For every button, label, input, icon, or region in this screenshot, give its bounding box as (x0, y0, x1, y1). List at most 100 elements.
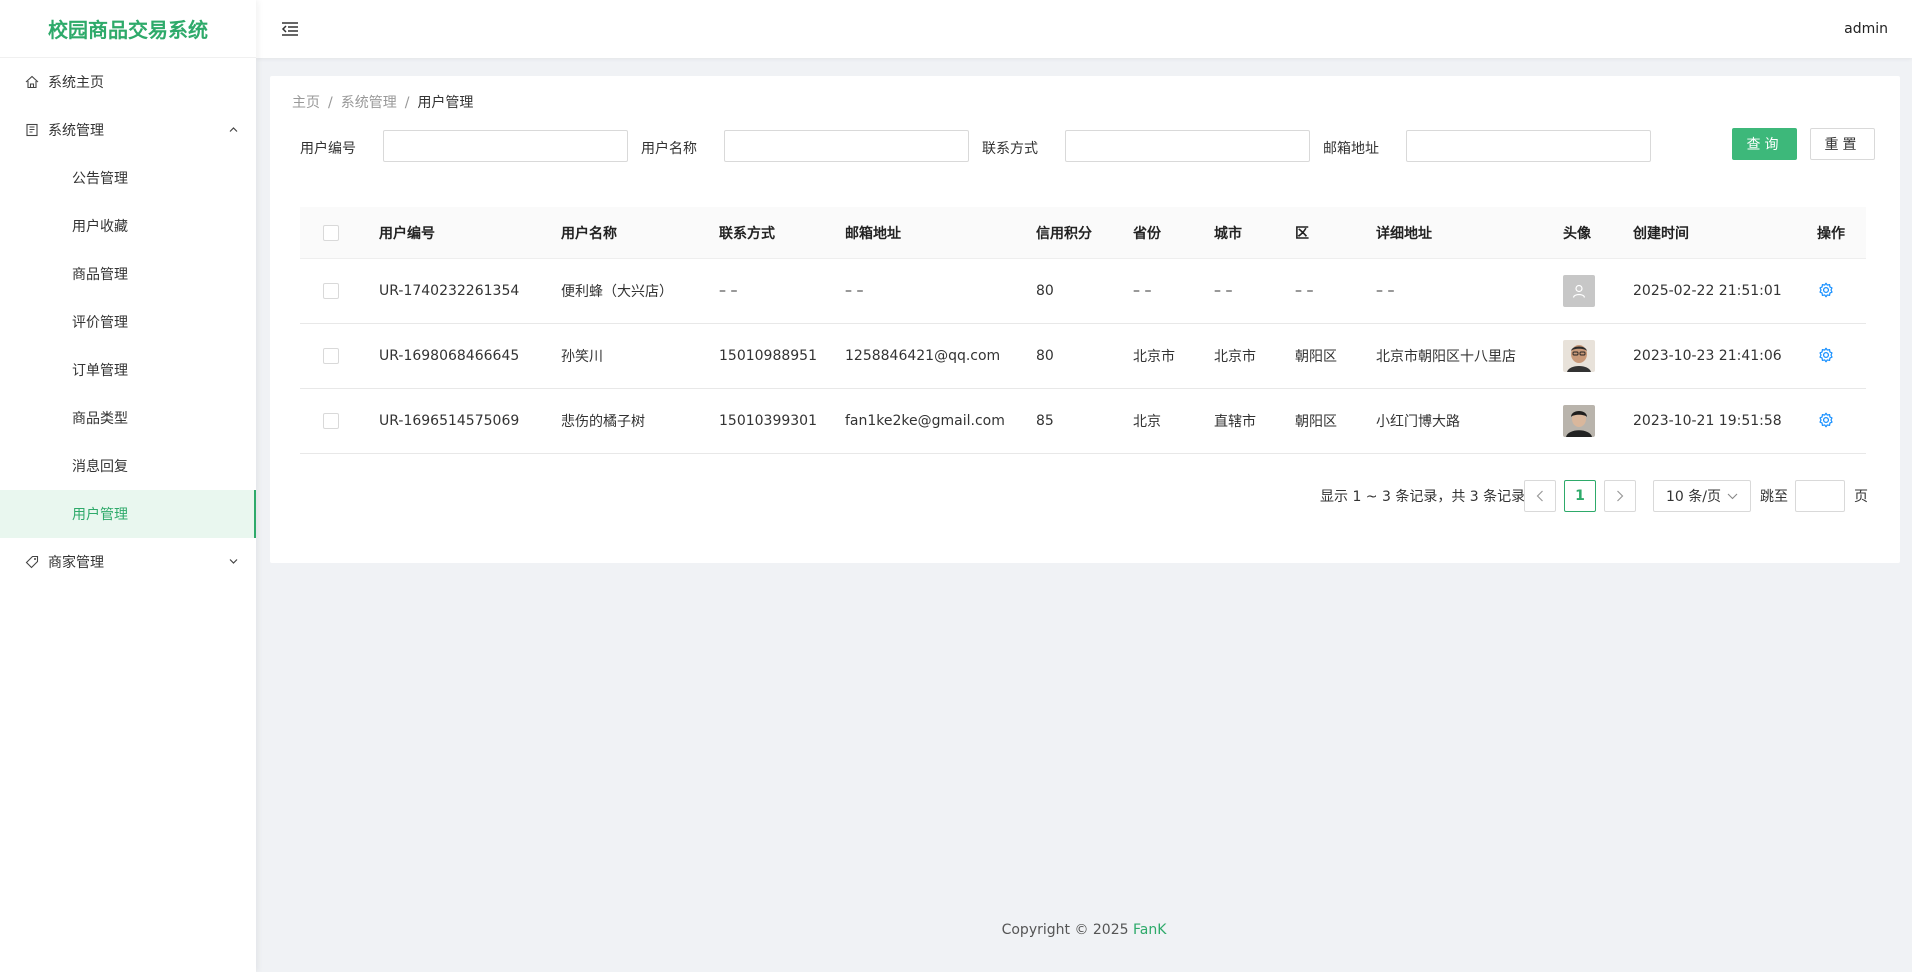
footer: Copyright © 2025 FanK (256, 922, 1912, 938)
book-icon (24, 122, 40, 138)
jump-suffix: 页 (1854, 489, 1868, 505)
search-input-email[interactable] (1406, 130, 1651, 162)
breadcrumb-current: 用户管理 (417, 95, 474, 111)
sidebar-item-notice[interactable]: 公告管理 (0, 154, 256, 202)
query-button[interactable]: 查询 (1732, 128, 1797, 160)
cell-credit: 85 (1036, 413, 1054, 429)
search-form: 用户编号 用户名称 联系方式 邮箱地址 (300, 130, 1880, 164)
column-header: 联系方式 (719, 225, 775, 242)
sidebar-item-favorites[interactable]: 用户收藏 (0, 202, 256, 250)
page-number-button[interactable]: 1 (1564, 480, 1596, 512)
cell-phone: 15010399301 (719, 413, 817, 429)
search-label-user-id: 用户编号 (300, 141, 356, 157)
sidebar: 校园商品交易系统 系统主页 系统管理 公告管理 用户收藏 商品管理 评价管理 订… (0, 0, 256, 972)
chevron-right-icon (1617, 490, 1624, 502)
table-header: 用户编号 用户名称 联系方式 邮箱地址 信用积分 省份 城市 区 详细地址 头像… (300, 207, 1866, 259)
cell-user-name: 孙笑川 (561, 349, 603, 365)
column-header: 操作 (1817, 225, 1845, 242)
cell-email: – – (845, 283, 864, 299)
tag-icon (24, 554, 40, 570)
user-menu[interactable]: admin (1844, 21, 1888, 37)
cell-phone: – – (719, 283, 738, 299)
page-size-value: 10 条/页 (1666, 489, 1721, 505)
search-label-email: 邮箱地址 (1323, 141, 1379, 157)
cell-user-id: UR-1696514575069 (379, 413, 520, 429)
copyright-text: Copyright © 2025 (1001, 922, 1129, 938)
column-header: 省份 (1133, 225, 1161, 242)
column-header: 用户名称 (561, 225, 617, 242)
default-avatar-icon[interactable] (1563, 275, 1595, 307)
table-row: UR-1740232261354 便利蜂（大兴店） – – – – 80 – –… (300, 259, 1866, 324)
sidebar-item-goods-type[interactable]: 商品类型 (0, 394, 256, 442)
sidebar-menu: 系统主页 系统管理 公告管理 用户收藏 商品管理 评价管理 订单管理 商品类型 … (0, 58, 256, 586)
column-header: 头像 (1563, 225, 1591, 242)
select-all-checkbox[interactable] (323, 224, 339, 241)
reset-button[interactable]: 重置 (1810, 128, 1875, 160)
chevron-left-icon (1536, 490, 1543, 502)
jump-label: 跳至 (1760, 489, 1788, 505)
table-row: UR-1698068466645 孙笑川 15010988951 1258846… (300, 324, 1866, 389)
sidebar-item-messages[interactable]: 消息回复 (0, 442, 256, 490)
search-label-user-name: 用户名称 (641, 141, 697, 157)
column-header: 用户编号 (379, 225, 435, 242)
pagination-summary: 显示 1 ~ 3 条记录，共 3 条记录 (1320, 489, 1526, 505)
column-header: 详细地址 (1376, 225, 1432, 242)
breadcrumb-system[interactable]: 系统管理 (341, 95, 397, 111)
jump-page-input[interactable] (1795, 480, 1845, 512)
gear-icon[interactable] (1817, 281, 1835, 299)
sidebar-item-merchant[interactable]: 商家管理 (0, 538, 256, 586)
column-header: 邮箱地址 (845, 225, 901, 242)
column-header: 信用积分 (1036, 225, 1092, 242)
search-input-user-name[interactable] (724, 130, 969, 162)
cell-address: 小红门博大路 (1376, 414, 1460, 430)
gear-icon[interactable] (1817, 411, 1835, 429)
cell-email: fan1ke2ke@gmail.com (845, 413, 1005, 429)
column-header: 城市 (1214, 225, 1242, 242)
search-input-user-id[interactable] (383, 130, 628, 162)
search-label-phone: 联系方式 (982, 141, 1038, 157)
sidebar-item-system[interactable]: 系统管理 (0, 106, 256, 154)
cell-city: 直辖市 (1214, 414, 1256, 430)
cell-user-id: UR-1740232261354 (379, 283, 520, 299)
breadcrumb-home[interactable]: 主页 (292, 95, 320, 111)
row-checkbox[interactable] (323, 413, 339, 429)
user-photo-icon[interactable] (1563, 405, 1595, 437)
page-size-select[interactable]: 10 条/页 (1653, 480, 1751, 512)
footer-brand-link[interactable]: FanK (1133, 922, 1166, 938)
cell-email: 1258846421@qq.com (845, 348, 1001, 364)
breadcrumb: 主页 / 系统管理 / 用户管理 (292, 92, 473, 112)
column-header: 创建时间 (1633, 225, 1689, 242)
prev-page-button[interactable] (1524, 480, 1556, 512)
sidebar-item-label: 系统管理 (48, 123, 104, 139)
breadcrumb-separator: / (404, 95, 410, 111)
chevron-down-icon (229, 557, 238, 568)
sidebar-item-label: 商家管理 (48, 555, 104, 571)
user-photo-icon[interactable] (1563, 340, 1595, 372)
sidebar-item-goods[interactable]: 商品管理 (0, 250, 256, 298)
cell-created-time: 2023-10-21 19:51:58 (1633, 413, 1782, 429)
cell-district: 朝阳区 (1295, 414, 1337, 430)
sidebar-item-home[interactable]: 系统主页 (0, 58, 256, 106)
column-header: 区 (1295, 225, 1309, 242)
row-checkbox[interactable] (323, 283, 339, 299)
cell-address: 北京市朝阳区十八里店 (1376, 349, 1516, 365)
search-input-phone[interactable] (1065, 130, 1310, 162)
sidebar-item-users[interactable]: 用户管理 (0, 490, 256, 538)
cell-city: 北京市 (1214, 349, 1256, 365)
sidebar-item-reviews[interactable]: 评价管理 (0, 298, 256, 346)
menu-fold-icon[interactable] (278, 17, 302, 41)
next-page-button[interactable] (1604, 480, 1636, 512)
top-header: admin (256, 0, 1912, 58)
row-checkbox[interactable] (323, 348, 339, 364)
cell-user-id: UR-1698068466645 (379, 348, 520, 364)
cell-user-name: 悲伤的橘子树 (561, 414, 645, 430)
cell-phone: 15010988951 (719, 348, 817, 364)
sidebar-item-orders[interactable]: 订单管理 (0, 346, 256, 394)
table-row: UR-1696514575069 悲伤的橘子树 15010399301 fan1… (300, 389, 1866, 454)
cell-address: – – (1376, 283, 1395, 299)
cell-credit: 80 (1036, 348, 1054, 364)
gear-icon[interactable] (1817, 346, 1835, 364)
cell-district: – – (1295, 283, 1314, 299)
chevron-down-icon (1727, 489, 1738, 503)
sidebar-item-label: 系统主页 (48, 75, 104, 91)
